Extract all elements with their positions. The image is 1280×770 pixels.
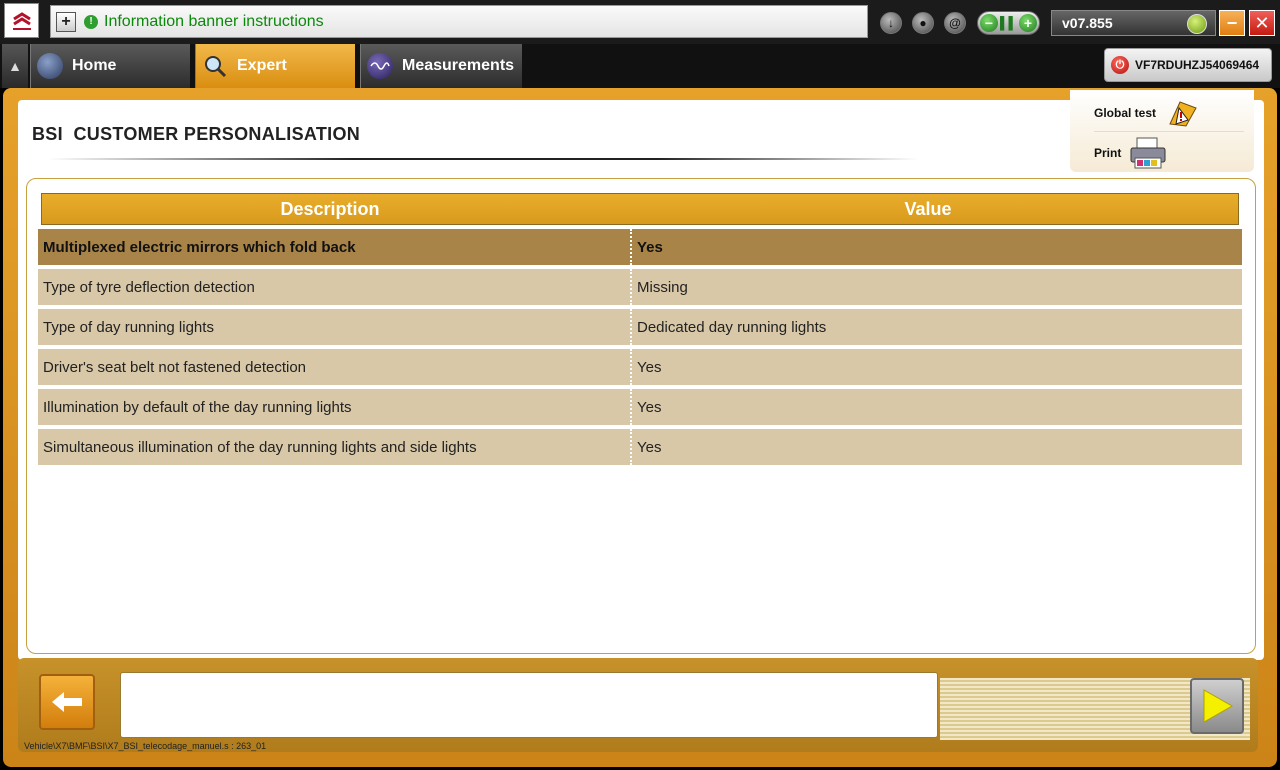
title-divider	[48, 158, 918, 160]
global-test-button[interactable]: Global test	[1094, 98, 1202, 128]
table-row[interactable]: Driver's seat belt not fastened detectio…	[38, 349, 1242, 385]
bottom-bar	[18, 658, 1258, 752]
volume-level-icon: ▌▌	[999, 16, 1017, 30]
print-button[interactable]: Print	[1094, 136, 1171, 170]
global-test-label: Global test	[1094, 106, 1157, 120]
printer-icon	[1130, 137, 1166, 169]
header-value: Value	[904, 198, 952, 219]
next-button[interactable]	[1190, 678, 1244, 734]
table-header: Description Value	[41, 193, 1239, 225]
row-description: Type of tyre deflection detection	[38, 269, 632, 305]
table-row[interactable]: Type of tyre deflection detection Missin…	[38, 269, 1242, 305]
tab-row: ▲ Home Expert Measurements ⏻ VF7RDUHZJ54…	[0, 44, 1280, 88]
print-label: Print	[1094, 146, 1122, 160]
table-row[interactable]: Illumination by default of the day runni…	[38, 389, 1242, 425]
message-box	[120, 672, 938, 738]
tab-expert[interactable]: Expert	[195, 44, 355, 88]
volume-up-icon[interactable]: +	[1018, 14, 1037, 32]
tab-home[interactable]: Home	[30, 44, 190, 88]
table-body: Multiplexed electric mirrors which fold …	[38, 229, 1242, 469]
info-icon: !	[84, 14, 98, 29]
row-value: Yes	[637, 358, 662, 376]
tab-measurements-label: Measurements	[402, 57, 515, 74]
citroen-logo	[4, 3, 39, 38]
version-display: v07.855	[1051, 10, 1216, 36]
connection-status-icon	[1187, 14, 1207, 34]
play-arrow-icon	[1203, 689, 1234, 723]
table-row[interactable]: Multiplexed electric mirrors which fold …	[38, 229, 1242, 265]
row-value: Yes	[637, 238, 663, 256]
top-bar: + ! Information banner instructions ↓ ● …	[0, 0, 1280, 44]
waveform-icon	[367, 53, 393, 79]
row-value: Dedicated day running lights	[637, 318, 827, 336]
back-button[interactable]	[39, 674, 95, 730]
tab-home-label: Home	[72, 57, 117, 74]
expand-plus-icon[interactable]: +	[56, 11, 76, 32]
volume-control[interactable]: − ▌▌ +	[977, 11, 1040, 35]
main-frame: BSI CUSTOMER PERSONALISATION Global test…	[3, 88, 1277, 767]
warning-flag-icon	[1169, 101, 1197, 127]
row-description: Illumination by default of the day runni…	[38, 389, 632, 425]
minimize-button[interactable]: −	[1219, 10, 1245, 36]
user-icon[interactable]: ●	[912, 12, 934, 34]
table-row[interactable]: Type of day running lights Dedicated day…	[38, 309, 1242, 345]
arrow-left-icon	[52, 692, 82, 712]
information-banner[interactable]: + ! Information banner instructions	[50, 5, 868, 38]
tab-expert-label: Expert	[237, 57, 287, 74]
vin-label: VF7RDUHZJ54069464	[1135, 58, 1260, 72]
magnifier-icon	[202, 53, 228, 79]
tab-measurements[interactable]: Measurements	[360, 44, 522, 88]
volume-down-icon[interactable]: −	[980, 14, 998, 32]
power-icon: ⏻	[1111, 56, 1129, 74]
vin-button[interactable]: ⏻ VF7RDUHZJ54069464	[1104, 48, 1272, 82]
row-value: Missing	[637, 278, 688, 296]
row-description: Multiplexed electric mirrors which fold …	[38, 229, 632, 265]
tool-divider	[1094, 131, 1244, 132]
banner-text: Information banner instructions	[104, 12, 324, 30]
page-title: BSI CUSTOMER PERSONALISATION	[32, 124, 361, 144]
close-button[interactable]: ✕	[1249, 10, 1275, 36]
header-description: Description	[280, 198, 380, 219]
row-value: Yes	[637, 438, 662, 456]
row-description: Simultaneous illumination of the day run…	[38, 429, 632, 465]
content-panel: BSI CUSTOMER PERSONALISATION Global test…	[18, 90, 1264, 660]
collapse-up-icon[interactable]: ▲	[2, 44, 28, 88]
personalisation-table: Description Value Multiplexed electric m…	[26, 178, 1256, 654]
download-icon[interactable]: ↓	[880, 12, 902, 34]
version-label: v07.855	[1062, 15, 1113, 31]
script-path-label: Vehicle\X7\BMF\BSI\X7_BSI_telecodage_man…	[24, 741, 267, 751]
row-description: Type of day running lights	[38, 309, 632, 345]
chevron-logo-icon	[12, 11, 31, 30]
row-value: Yes	[637, 398, 662, 416]
home-dial-icon	[37, 53, 63, 79]
tool-panel: Global test Print	[1070, 90, 1254, 172]
row-description: Driver's seat belt not fastened detectio…	[38, 349, 632, 385]
email-at-icon[interactable]: @	[944, 12, 966, 34]
table-row[interactable]: Simultaneous illumination of the day run…	[38, 429, 1242, 465]
